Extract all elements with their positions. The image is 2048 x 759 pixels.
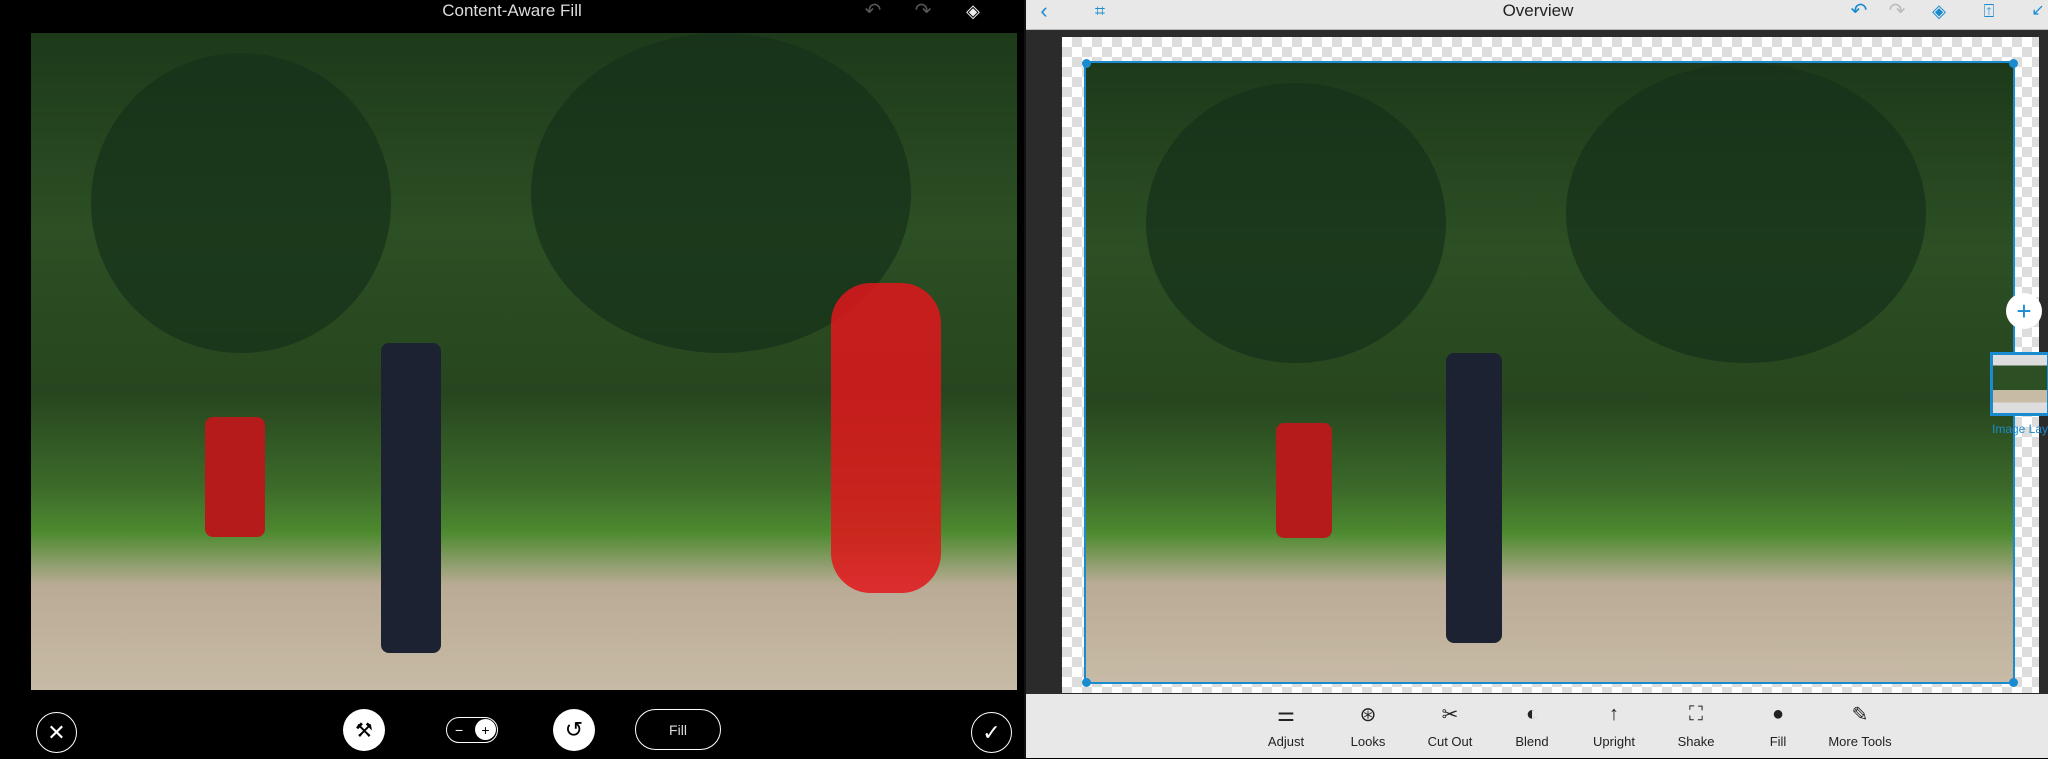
checkmark-icon[interactable]: ✓	[971, 712, 1012, 753]
resize-handle[interactable]	[1082, 678, 1091, 687]
tool-label: Fill	[1769, 734, 1787, 749]
bottom-toolbar: ⚌ Adjust ⊛ Looks ✂ Cut Out ◐ Blend ↑ Upright ⛶ Shak…	[1026, 694, 2048, 758]
fill-label: Fill	[669, 721, 687, 738]
undo-icon[interactable]: ↶	[860, 0, 886, 22]
content-aware-fill-panel: Content-Aware Fill ↶ ↷ ◈ ✕ ⚒ − + ↺ Fill ✓	[0, 0, 1024, 758]
tool-label: Shake	[1677, 734, 1715, 749]
tool-label: Cut Out	[1427, 734, 1473, 749]
tool-label: More Tools	[1828, 734, 1892, 749]
layers-icon[interactable]: ◈	[1926, 0, 1952, 22]
undo-icon[interactable]: ↶	[1846, 0, 1872, 22]
image-layer-canvas[interactable]	[1084, 61, 2015, 684]
layer-label: Image Layer	[1992, 422, 2048, 436]
reset-icon[interactable]: ↺	[553, 709, 595, 751]
fill-icon: ●	[1771, 702, 1785, 725]
close-icon[interactable]: ✕	[36, 712, 77, 753]
selection-mask	[831, 283, 941, 593]
spot-heal-icon[interactable]: ⚒	[343, 709, 385, 751]
layer-thumbnail[interactable]	[1990, 352, 2048, 416]
tool-cut-out[interactable]: ✂ Cut Out	[1415, 694, 1485, 759]
crop-icon[interactable]: ⌗	[1088, 0, 1112, 22]
tool-label: Upright	[1593, 734, 1635, 749]
fill-button[interactable]: Fill	[635, 709, 721, 750]
looks-icon: ⊛	[1359, 703, 1377, 726]
photo-canvas[interactable]	[31, 33, 1017, 690]
redo-icon[interactable]: ↷	[910, 0, 936, 22]
tool-shake[interactable]: ⛶ Shake	[1661, 694, 1731, 759]
upright-icon: ↑	[1609, 702, 1619, 725]
page-title: Overview	[1502, 1, 1574, 20]
add-layer-button[interactable]: +	[2006, 293, 2042, 329]
tool-upright[interactable]: ↑ Upright	[1579, 694, 1649, 759]
tool-blend[interactable]: ◐ Blend	[1497, 694, 1567, 759]
share-icon[interactable]: ⍐	[1976, 0, 2002, 22]
adjust-icon: ⚌	[1277, 703, 1295, 726]
layers-icon[interactable]: ◈	[960, 0, 986, 22]
resize-handle[interactable]	[1082, 59, 1091, 68]
tool-label: Looks	[1350, 734, 1386, 749]
collapse-icon[interactable]: ↙	[2026, 0, 2048, 22]
overview-panel: ‹ ⌗ Overview ↶ ↷ ◈ ⍐ ↙ + Image Layer ⚌ Ad…	[1024, 0, 2048, 758]
top-bar: Content-Aware Fill ↶ ↷ ◈	[0, 0, 1024, 33]
cut-out-icon: ✂	[1441, 703, 1459, 726]
add-subtract-toggle[interactable]: − +	[446, 717, 498, 743]
tool-looks[interactable]: ⊛ Looks	[1333, 694, 1403, 759]
tool-adjust[interactable]: ⚌ Adjust	[1251, 694, 1321, 759]
back-icon[interactable]: ‹	[1034, 0, 1054, 22]
tool-label: Blend	[1515, 734, 1549, 749]
tool-fill[interactable]: ● Fill	[1743, 694, 1813, 759]
top-bar: ‹ ⌗ Overview ↶ ↷ ◈ ⍐ ↙	[1026, 0, 2048, 30]
redo-icon[interactable]: ↷	[1884, 0, 1910, 22]
tool-label: Adjust	[1267, 734, 1305, 749]
tool-more-tools[interactable]: ✎ More Tools	[1825, 694, 1895, 759]
page-title: Content-Aware Fill	[442, 1, 582, 20]
blend-icon: ◐	[1525, 702, 1539, 725]
more-tools-icon: ✎	[1851, 703, 1869, 726]
resize-handle[interactable]	[2009, 678, 2018, 687]
resize-handle[interactable]	[2009, 59, 2018, 68]
shake-icon: ⛶	[1689, 702, 1703, 725]
